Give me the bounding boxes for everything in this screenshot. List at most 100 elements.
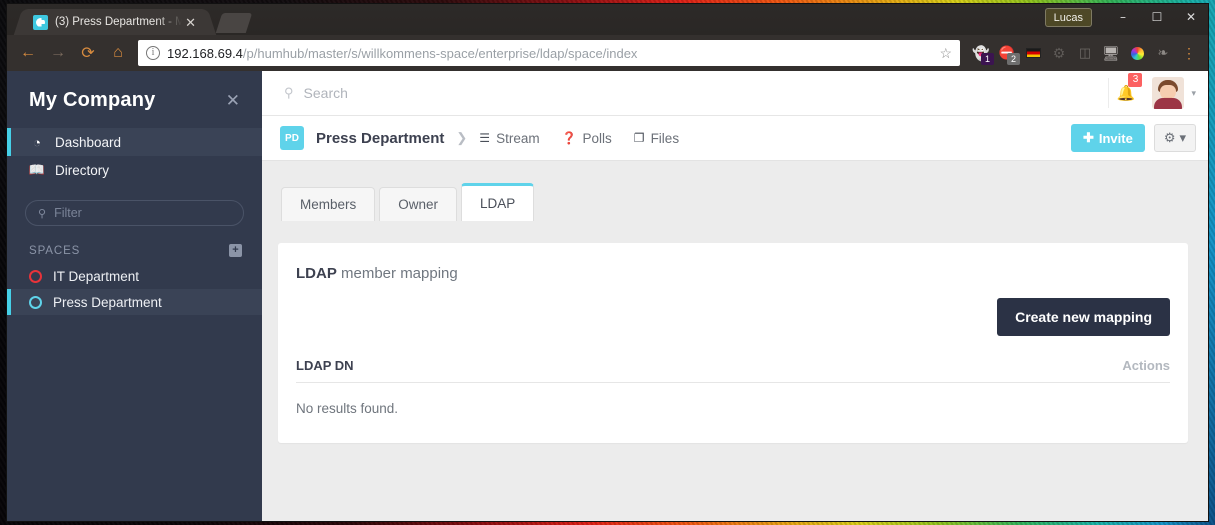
ldap-panel: LDAP member mapping Create new mapping L… [278, 243, 1188, 443]
add-space-icon[interactable]: + [229, 244, 242, 257]
space-avatar[interactable]: PD [280, 126, 304, 150]
panel-actions: Create new mapping [296, 298, 1170, 336]
search-icon: ⚲ [284, 85, 294, 100]
sidebar-item-directory[interactable]: 📖 Directory [7, 156, 262, 184]
search-placeholder: Search [303, 85, 348, 101]
url-host: 192.168.69.4 [167, 45, 243, 61]
browser-window: (3) Press Department - M ✕ Lucas – ☐ ✕ ←… [6, 3, 1209, 522]
top-navigation-bar: ⚲ Search 🔔 3 ▾ [262, 71, 1208, 116]
column-header-actions: Actions [1122, 358, 1170, 373]
page-title: Press Department [316, 129, 445, 147]
settings-tabs: Members Owner LDAP [281, 183, 1188, 221]
tab-members[interactable]: Members [281, 187, 376, 221]
info-icon[interactable]: i [146, 46, 160, 60]
invite-button-label: Invite [1098, 130, 1133, 146]
adblock-badge: 2 [1007, 53, 1020, 65]
screen-icon[interactable]: 🖥 [1099, 40, 1123, 66]
spaces-header: SPACES + [7, 226, 262, 263]
address-bar[interactable]: i 192.168.69.4/p/humhub/master/s/willkom… [138, 40, 960, 66]
bookmark-star-icon[interactable]: ☆ [939, 45, 952, 62]
main-column: ⚲ Search 🔔 3 ▾ PD Press Department ❯ ☰ S… [262, 71, 1208, 521]
close-icon[interactable]: ✕ [226, 92, 240, 109]
tab-ldap[interactable]: LDAP [461, 183, 535, 221]
space-settings-button[interactable]: ⚙ ▾ [1153, 124, 1196, 152]
sidebar-title: My Company [29, 89, 156, 111]
close-icon[interactable]: ✕ [182, 15, 199, 30]
chevron-down-icon[interactable]: ▾ [1191, 88, 1196, 99]
space-nav-stream[interactable]: ☰ Stream [479, 131, 539, 146]
space-nav-files[interactable]: ❐ Files [634, 131, 679, 146]
space-circle-icon [29, 295, 42, 309]
sidebar-item-dashboard[interactable]: ◔ Dashboard [7, 128, 262, 156]
gear-extension-icon[interactable]: ⚙ [1047, 40, 1071, 66]
spaces-label: SPACES [29, 244, 81, 257]
tab-owner[interactable]: Owner [379, 187, 458, 221]
nav-link-label: Stream [496, 130, 540, 146]
sidebar-item-label: Directory [55, 162, 110, 178]
browser-tab[interactable]: (3) Press Department - M ✕ [25, 9, 205, 35]
sidebar-filter-input[interactable]: ⚲ Filter [25, 200, 244, 226]
avatar-body [1154, 98, 1183, 109]
maximize-icon[interactable]: ☐ [1140, 4, 1174, 30]
sidebar-space-it-department[interactable]: IT Department [7, 263, 262, 289]
close-window-icon[interactable]: ✕ [1174, 4, 1208, 30]
app-sidebar: My Company ✕ ◔ Dashboard 📖 Directory ⚲ F… [7, 71, 262, 521]
gear-icon: ⚙ [1163, 130, 1176, 145]
new-tab-button[interactable] [215, 13, 253, 33]
sidebar-header: My Company ✕ [7, 71, 262, 128]
leaf-icon[interactable]: ❧ [1151, 40, 1175, 66]
column-header-ldap-dn: LDAP DN [296, 358, 354, 373]
notifications-button[interactable]: 🔔 3 [1108, 73, 1143, 108]
browser-title-bar: (3) Press Department - M ✕ Lucas – ☐ ✕ [7, 4, 1208, 35]
url-text: 192.168.69.4/p/humhub/master/s/willkomme… [167, 46, 932, 61]
dashboard-icon: ◔ [33, 134, 41, 150]
space-navigation-bar: PD Press Department ❯ ☰ Stream ❓ Polls ❐… [262, 116, 1208, 161]
space-label: Press Department [53, 294, 162, 310]
reload-icon[interactable]: ⟳ [74, 39, 102, 67]
back-icon[interactable]: ← [14, 39, 42, 67]
chevron-down-icon: ▾ [1179, 130, 1186, 145]
nav-link-label: Files [650, 130, 680, 146]
invite-button[interactable]: ✚ Invite [1070, 124, 1145, 152]
ghostery-extension-icon[interactable]: 👻 1 [969, 40, 994, 66]
create-new-mapping-button[interactable]: Create new mapping [997, 298, 1170, 336]
search-input[interactable]: ⚲ Search [284, 85, 1108, 101]
nav-link-label: Polls [582, 130, 612, 146]
breadcrumb-chevron-icon: ❯ [456, 130, 468, 145]
stream-icon: ☰ [479, 131, 491, 145]
notification-badge: 3 [1128, 73, 1143, 87]
filter-placeholder: Filter [54, 206, 82, 220]
plus-icon: ✚ [1082, 130, 1094, 145]
browser-tab-title: (3) Press Department - M [55, 16, 183, 28]
search-icon: ⚲ [38, 207, 47, 220]
profile-chip[interactable]: Lucas [1044, 8, 1092, 27]
table-header: LDAP DN Actions [296, 358, 1170, 383]
page-viewport: My Company ✕ ◔ Dashboard 📖 Directory ⚲ F… [7, 71, 1208, 521]
home-icon[interactable]: ⌂ [104, 39, 132, 67]
space-label: IT Department [53, 268, 140, 284]
chrome-menu-icon[interactable]: ⋮ [1177, 40, 1201, 66]
browser-toolbar: ← → ⟳ ⌂ i 192.168.69.4/p/humhub/master/s… [7, 35, 1208, 71]
empty-state-text: No results found. [296, 401, 399, 416]
minimize-icon[interactable]: – [1106, 4, 1140, 30]
color-wheel-icon[interactable] [1125, 40, 1149, 66]
sidebar-item-label: Dashboard [55, 134, 122, 150]
humhub-logo-icon [33, 14, 48, 30]
directory-icon: 📖 [28, 162, 46, 177]
content-area: Members Owner LDAP LDAP member mapping C… [262, 161, 1208, 521]
panel-title-rest: member mapping [336, 265, 458, 282]
forward-icon[interactable]: → [44, 39, 72, 67]
panel-title-bold: LDAP [296, 265, 337, 282]
ghostery-badge: 1 [981, 53, 994, 65]
polls-icon: ❓ [561, 131, 577, 145]
panel-title: LDAP member mapping [296, 265, 1170, 282]
adblock-extension-icon[interactable]: ⛔ 2 [995, 40, 1020, 66]
sidebar-space-press-department[interactable]: Press Department [7, 289, 262, 315]
window-controls: – ☐ ✕ [1106, 4, 1208, 30]
cast-icon[interactable]: ◫ [1073, 40, 1097, 66]
german-flag-icon[interactable] [1021, 40, 1045, 66]
space-circle-icon [29, 269, 42, 283]
url-path: /p/humhub/master/s/willkommens-space/ent… [242, 45, 638, 61]
space-nav-polls[interactable]: ❓ Polls [562, 131, 612, 146]
avatar[interactable] [1152, 77, 1185, 109]
